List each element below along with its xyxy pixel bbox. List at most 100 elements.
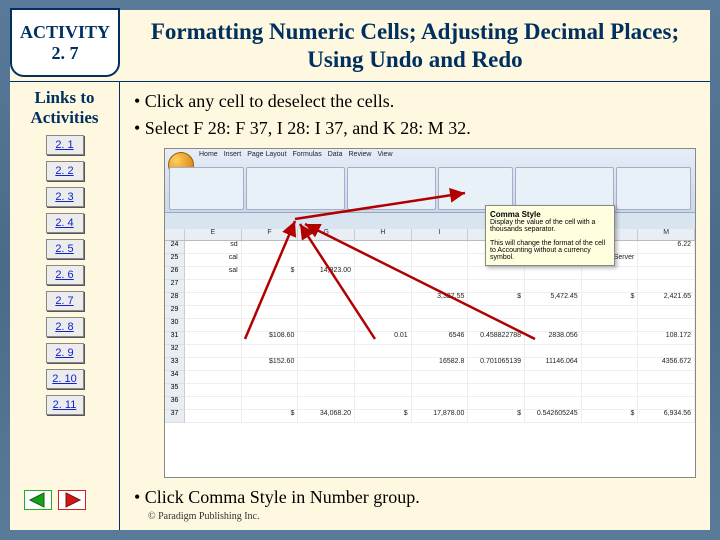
cell [468,384,525,396]
activity-link-2-11[interactable]: 2. 11 [46,395,84,415]
cell: 0.701065139 [468,358,525,370]
cell [242,280,299,292]
cell [242,371,299,383]
activity-link-2-1[interactable]: 2. 1 [46,135,84,155]
cell [355,371,412,383]
cell: cal [185,254,242,266]
prev-button[interactable] [24,490,52,510]
cell [185,280,242,292]
col-header: H [355,229,412,240]
cell: 6,934.56 [638,410,695,422]
cell: $ [582,410,639,422]
table-row: calNeedFoodServer [185,254,695,267]
row-number: 34 [165,371,185,384]
cell [412,345,469,357]
cell: 108.172 [638,332,695,344]
table-row [185,371,695,384]
slide: ACTIVITY 2. 7 Formatting Numeric Cells; … [10,10,710,530]
row-number: 27 [165,280,185,293]
cell [298,358,355,370]
activity-link-2-6[interactable]: 2. 6 [46,265,84,285]
ribbon-group-cells [616,167,691,210]
cell [355,345,412,357]
ribbon-tab: Formulas [293,151,322,158]
activity-link-2-2[interactable]: 2. 2 [46,161,84,181]
col-header: E [185,229,242,240]
cell [355,254,412,266]
cell [185,397,242,409]
table-row: $108.600.0165460.4588227882838.056108.17… [185,332,695,345]
cell [298,332,355,344]
copyright: © Paradigm Publishing Inc. [134,511,696,526]
activity-link-2-7[interactable]: 2. 7 [46,291,84,311]
nav-arrows [24,490,86,510]
cell: $108.60 [242,332,299,344]
cell [468,345,525,357]
cell [582,358,639,370]
cell: 4356.672 [638,358,695,370]
next-button[interactable] [58,490,86,510]
cell [468,371,525,383]
cell [242,293,299,305]
ribbon-group-alignment [347,167,436,210]
cell [638,371,695,383]
cell: 17,878.00 [412,410,469,422]
row-number: 24 [165,241,185,254]
cell: 2838.056 [525,332,582,344]
cell [185,319,242,331]
cell: $152.60 [242,358,299,370]
cell [525,384,582,396]
cell [582,345,639,357]
sidebar: Links to Activities 2. 1 2. 2 2. 3 2. 4 … [10,82,120,530]
cell [242,241,299,253]
cell [468,280,525,292]
cell [638,254,695,266]
table-row: sal$14,823.00 [185,267,695,280]
cell [582,332,639,344]
table-row: sd6.326.22 [185,241,695,254]
cell [355,384,412,396]
cell: $ [355,410,412,422]
cell [412,280,469,292]
cell: 3,327.55 [412,293,469,305]
cell [298,371,355,383]
body: Links to Activities 2. 1 2. 2 2. 3 2. 4 … [10,82,710,530]
cell [525,280,582,292]
activity-link-2-8[interactable]: 2. 8 [46,317,84,337]
ribbon-tab: View [377,151,392,158]
row-number: 31 [165,332,185,345]
cell [468,397,525,409]
cell [525,267,582,279]
table-row: $34,068.20$17,878.00$0.542605245$6,934.5… [185,410,695,423]
cell [582,371,639,383]
table-row [185,319,695,332]
cell [582,319,639,331]
row-number: 26 [165,267,185,280]
cell: 34,068.20 [298,410,355,422]
cell [412,319,469,331]
cell: 5,472.45 [525,293,582,305]
cell [412,306,469,318]
excel-grid: E F G H I J K L M 2425262728293031323334… [165,229,695,477]
cell: $ [242,267,299,279]
cell [412,384,469,396]
ribbon-group-styles [515,167,614,210]
activity-link-2-5[interactable]: 2. 5 [46,239,84,259]
activity-link-2-4[interactable]: 2. 4 [46,213,84,233]
row-number: 35 [165,384,185,397]
cell [468,306,525,318]
table-row: $152.6016582.80.70106513911146.0644356.6… [185,358,695,371]
cell [355,280,412,292]
row-number: 36 [165,397,185,410]
activity-link-2-9[interactable]: 2. 9 [46,343,84,363]
cell: $ [468,293,525,305]
activity-link-2-3[interactable]: 2. 3 [46,187,84,207]
ribbon-group-number [438,167,513,210]
sidebar-title-2: Activities [31,108,99,127]
cell [412,241,469,253]
row-numbers: 2425262728293031323334353637 [165,241,185,423]
page-title: Formatting Numeric Cells; Adjusting Deci… [120,10,710,81]
ribbon-group-font [246,167,345,210]
content: • Click any cell to deselect the cells. … [120,82,710,530]
activity-link-2-10[interactable]: 2. 10 [46,369,84,389]
